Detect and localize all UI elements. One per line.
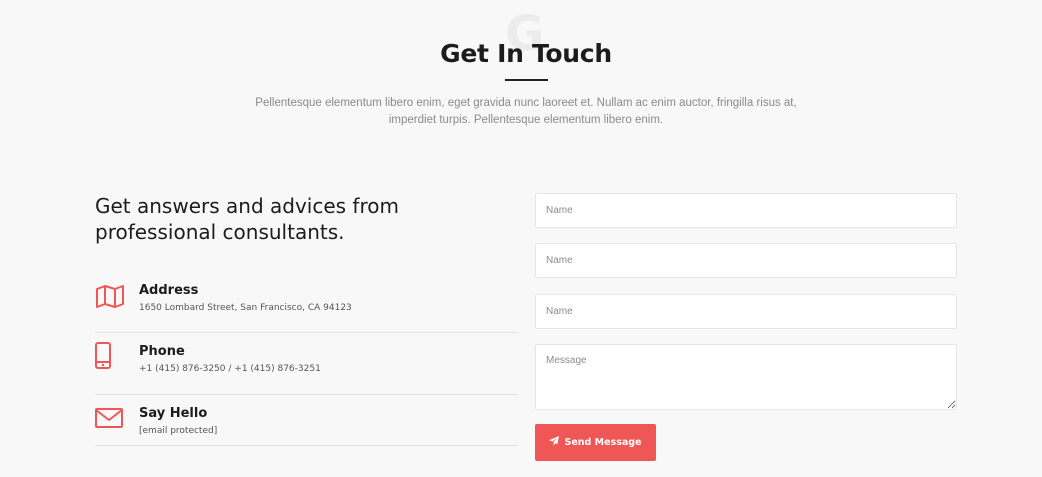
contact-item-email: Say Hello [email protected] [95,406,518,446]
email-value[interactable]: [email protected] [139,426,217,436]
name-input-2[interactable] [535,243,957,278]
contact-item-phone: Phone +1 (415) 876-3250 / +1 (415) 876-3… [95,342,518,395]
section-intro: Pellentesque elementum libero enim, eget… [255,97,797,126]
address-label: Address [139,283,199,298]
map-icon [95,283,125,312]
phone-value: +1 (415) 876-3250 / +1 (415) 876-3251 [139,364,321,374]
contact-item-address: Address 1650 Lombard Street, San Francis… [95,283,518,333]
contact-heading: Get answers and advices from professiona… [95,194,399,244]
name-input-3[interactable] [535,294,957,329]
address-value: 1650 Lombard Street, San Francisco, CA 9… [139,303,352,313]
send-message-button[interactable]: Send Message [535,424,656,461]
name-input-1[interactable] [535,193,957,228]
phone-icon [95,342,125,374]
contact-section: G Get In Touch Pellentesque elementum li… [0,0,1042,477]
message-textarea[interactable] [535,344,957,410]
send-message-label: Send Message [564,437,642,448]
title-underline [505,79,548,81]
phone-label: Phone [139,344,185,359]
email-label: Say Hello [139,406,208,421]
section-title: Get In Touch [440,39,612,68]
envelope-icon [95,406,125,434]
paper-plane-icon [549,436,560,449]
